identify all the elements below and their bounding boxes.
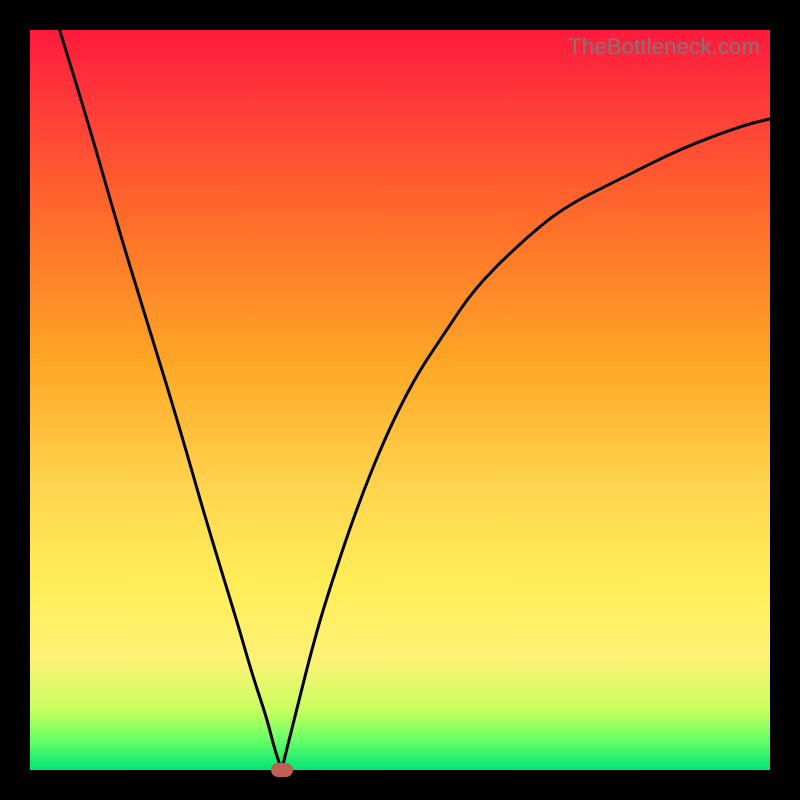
right-branch-path bbox=[282, 119, 770, 770]
left-branch-path bbox=[60, 30, 282, 770]
curve-layer bbox=[30, 30, 770, 770]
min-marker bbox=[271, 763, 293, 777]
chart-frame: TheBottleneck.com bbox=[0, 0, 800, 800]
plot-area: TheBottleneck.com bbox=[30, 30, 770, 770]
